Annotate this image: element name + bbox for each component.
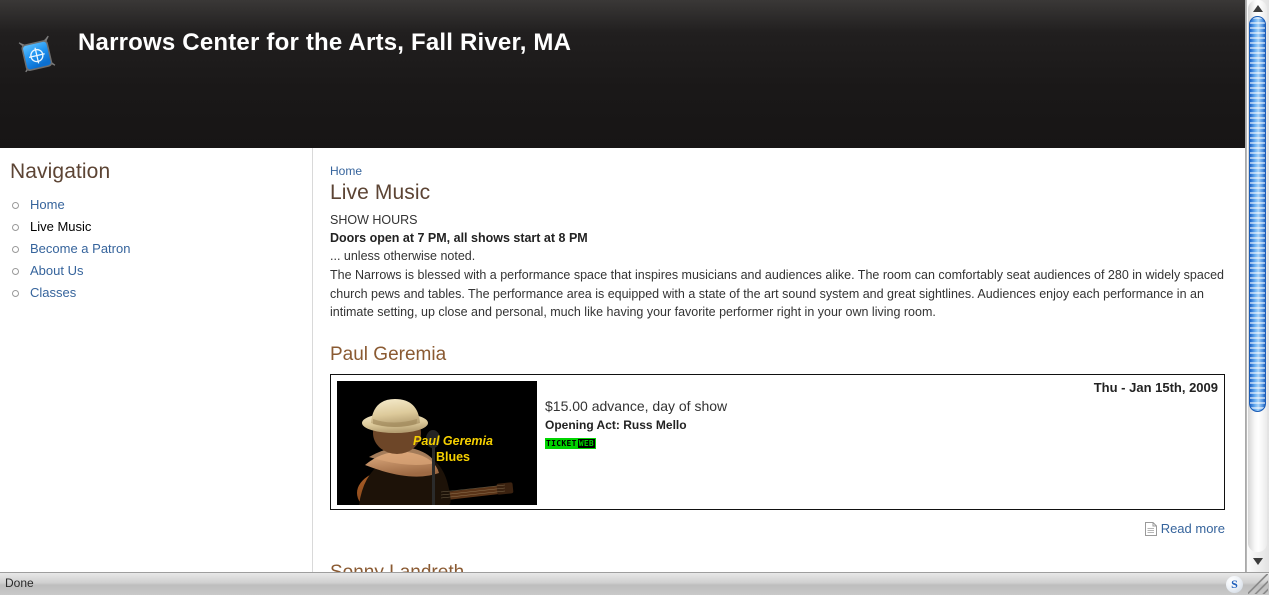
event-details: $15.00 advance, day of show Opening Act:…	[545, 397, 1214, 452]
read-more-link[interactable]: Read more	[1144, 520, 1225, 539]
bullet-icon	[12, 290, 19, 297]
scrollbar-thumb[interactable]	[1249, 16, 1266, 412]
sidebar-title: Navigation	[10, 160, 111, 183]
event-title: Paul Geremia	[330, 343, 447, 365]
page-title: Live Music	[330, 181, 431, 204]
read-more-label: Read more	[1160, 520, 1225, 536]
document-icon	[1144, 521, 1157, 539]
svg-text:Paul Geremia: Paul Geremia	[413, 434, 493, 448]
sidebar-item-become-a-patron[interactable]: Become a Patron	[10, 238, 290, 260]
bullet-icon	[12, 202, 19, 209]
vertical-scrollbar[interactable]	[1245, 0, 1269, 572]
next-event-title: Sonny Landreth	[330, 561, 465, 573]
show-hours-value: Doors open at 7 PM, all shows start at 8…	[330, 231, 588, 245]
bullet-icon	[12, 246, 19, 253]
page-body: Navigation Home Live Music Become a Patr…	[0, 148, 1245, 572]
sidebar-item-label[interactable]: Home	[30, 197, 65, 212]
page-viewport: Narrows Center for the Arts, Fall River,…	[0, 0, 1245, 572]
sidebar-item-label[interactable]: About Us	[30, 263, 83, 278]
sidebar-item-label[interactable]: Classes	[30, 285, 76, 300]
site-header: Narrows Center for the Arts, Fall River,…	[0, 0, 1245, 148]
sidebar-item-home[interactable]: Home	[10, 194, 290, 216]
status-text: Done	[5, 576, 34, 590]
sidebar-item-label[interactable]: Live Music	[30, 219, 91, 234]
ticketweb-badge-right: WEB	[577, 438, 596, 448]
browser-window: Narrows Center for the Arts, Fall River,…	[0, 0, 1269, 595]
sidebar-item-label[interactable]: Become a Patron	[30, 241, 130, 256]
crosshair-star-logo-icon[interactable]	[6, 23, 68, 85]
sidebar-item-about-us[interactable]: About Us	[10, 260, 290, 282]
read-more-row: Read more	[330, 520, 1225, 538]
ticketweb-badge[interactable]: TICKET WEB	[545, 437, 597, 449]
main-content: Home Live Music SHOW HOURS Doors open at…	[314, 148, 1245, 572]
intro-paragraph: The Narrows is blessed with a performanc…	[330, 268, 1224, 319]
bullet-icon	[12, 268, 19, 275]
sidebar-nav-list: Home Live Music Become a Patron About Us	[10, 194, 290, 304]
event-date: Thu - Jan 15th, 2009	[1093, 379, 1218, 395]
event-card: Paul Geremia Blues Thu - Jan 15th, 2009 …	[330, 373, 1225, 510]
scroll-up-arrow-icon[interactable]	[1248, 0, 1267, 18]
ticketweb-badge-left: TICKET	[546, 438, 577, 448]
event-opening-act: Opening Act: Russ Mello	[545, 417, 687, 432]
bullet-icon	[12, 224, 19, 231]
event-price: $15.00 advance, day of show	[545, 397, 728, 414]
sidebar-item-live-music[interactable]: Live Music	[10, 216, 290, 238]
svg-text:Blues: Blues	[436, 450, 470, 464]
breadcrumb-home-link[interactable]: Home	[330, 164, 362, 178]
scroll-down-arrow-icon[interactable]	[1248, 553, 1267, 571]
skype-badge-icon[interactable]: S	[1226, 576, 1243, 593]
status-bar: Done S	[0, 572, 1269, 595]
sidebar-item-classes[interactable]: Classes	[10, 282, 290, 304]
sidebar: Navigation Home Live Music Become a Patr…	[0, 148, 313, 572]
event-photo: Paul Geremia Blues	[337, 380, 537, 505]
window-resize-grip[interactable]	[1248, 574, 1268, 594]
show-hours-label: SHOW HOURS	[330, 213, 418, 227]
site-title: Narrows Center for the Arts, Fall River,…	[78, 29, 572, 56]
show-hours-note: ... unless otherwise noted.	[330, 249, 476, 263]
